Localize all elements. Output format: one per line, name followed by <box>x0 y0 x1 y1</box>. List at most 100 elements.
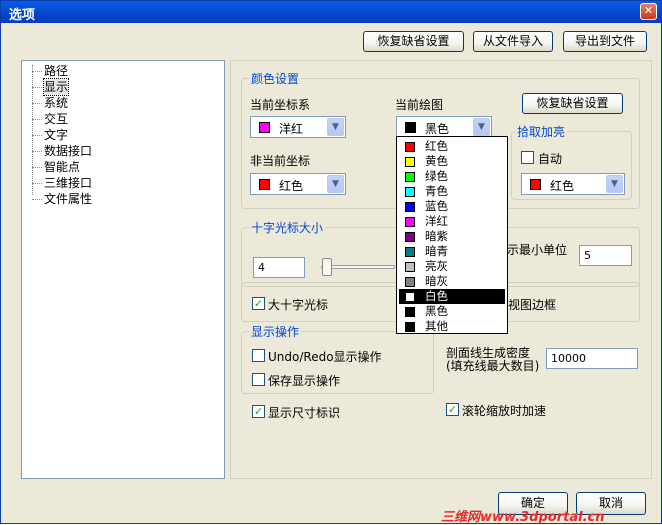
color-restore-defaults-button[interactable]: 恢复缺省设置 <box>522 93 623 114</box>
tree-item-interaction[interactable]: 交互 <box>44 111 68 127</box>
chevron-down-icon[interactable]: ▼ <box>327 118 344 136</box>
current-coord-combo[interactable]: 洋红 ▼ <box>250 116 346 138</box>
color-option-light-gray[interactable]: 亮灰 <box>399 259 505 274</box>
color-swatch <box>405 277 415 287</box>
color-option-green[interactable]: 绿色 <box>399 169 505 184</box>
close-button[interactable]: ✕ <box>640 3 657 20</box>
color-swatch <box>405 247 415 257</box>
tree-item-file-properties[interactable]: 文件属性 <box>44 191 92 207</box>
color-option-dark-gray[interactable]: 暗灰 <box>399 274 505 289</box>
tree-dot <box>32 183 42 184</box>
color-swatch <box>405 157 415 167</box>
save-display-checkbox[interactable] <box>252 373 265 386</box>
current-draw-label: 当前绘图 <box>395 98 444 112</box>
undo-redo-label: Undo/Redo显示操作 <box>268 350 382 364</box>
color-option-label: 青色 <box>425 184 448 198</box>
color-option-red[interactable]: 红色 <box>399 139 505 154</box>
color-option-label: 绿色 <box>425 169 448 183</box>
color-option-blue[interactable]: 蓝色 <box>399 199 505 214</box>
color-option-label: 蓝色 <box>425 199 448 213</box>
show-dim-label: 显示尺寸标识 <box>268 406 341 420</box>
color-swatch <box>405 322 415 332</box>
tree-dot <box>32 71 42 72</box>
tree-item-smart-point[interactable]: 智能点 <box>44 159 80 175</box>
import-file-button[interactable]: 从文件导入 <box>473 31 553 52</box>
color-swatch <box>405 172 415 182</box>
min-unit-label: 示最小单位 <box>507 243 568 257</box>
color-swatch <box>405 292 415 302</box>
options-dialog: 选项 ✕ 恢复缺省设置 从文件导入 导出到文件 路径 显示 系统 交互 文字 数… <box>0 0 662 525</box>
noncurrent-coord-value: 红色 <box>279 179 304 193</box>
color-swatch <box>405 262 415 272</box>
chevron-down-icon[interactable]: ▼ <box>606 175 623 193</box>
hatch-density-input[interactable]: 10000 <box>546 348 638 369</box>
current-draw-value: 黑色 <box>425 122 450 136</box>
color-option-dark-cyan[interactable]: 暗青 <box>399 244 505 259</box>
crosshair-size-slider-track[interactable] <box>321 265 395 269</box>
color-swatch <box>405 307 415 317</box>
min-unit-input[interactable]: 5 <box>579 245 632 266</box>
view-border-label: 视图边框 <box>508 298 557 312</box>
color-swatch <box>405 202 415 212</box>
color-option-label: 白色 <box>425 289 448 303</box>
color-swatch <box>405 187 415 197</box>
crosshair-size-slider-thumb[interactable] <box>322 258 332 276</box>
tree-dot <box>32 167 42 168</box>
tree-dot <box>32 119 42 120</box>
color-option-label: 暗青 <box>425 244 448 258</box>
color-option-label: 黄色 <box>425 154 448 168</box>
color-option-other[interactable]: 其他 <box>399 319 505 334</box>
tree-dot <box>32 135 42 136</box>
chevron-down-icon[interactable]: ▼ <box>327 175 344 193</box>
color-option-cyan[interactable]: 青色 <box>399 184 505 199</box>
tree-item-3d-interface[interactable]: 三维接口 <box>44 175 92 191</box>
current-coord-value: 洋红 <box>279 122 304 136</box>
auto-highlight-label: 自动 <box>538 152 563 166</box>
highlight-color-value: 红色 <box>550 179 575 193</box>
color-option-black[interactable]: 黑色 <box>399 304 505 319</box>
color-option-yellow[interactable]: 黄色 <box>399 154 505 169</box>
auto-highlight-checkbox[interactable] <box>521 151 534 164</box>
undo-redo-checkbox[interactable] <box>252 349 265 362</box>
export-file-button[interactable]: 导出到文件 <box>563 31 647 52</box>
color-swatch <box>259 179 270 190</box>
current-draw-combo[interactable]: 黑色 ▼ <box>396 116 492 138</box>
color-swatch <box>405 122 416 133</box>
tree-item-text[interactable]: 文字 <box>44 127 68 143</box>
big-crosshair-checkbox[interactable]: ✓ <box>252 297 265 310</box>
crosshair-size-input[interactable]: 4 <box>253 257 305 278</box>
tree-dot <box>32 87 42 88</box>
color-swatch <box>405 232 415 242</box>
tree-item-system[interactable]: 系统 <box>44 95 68 111</box>
tree-dot <box>32 199 42 200</box>
noncurrent-coord-label: 非当前坐标 <box>250 154 311 168</box>
noncurrent-coord-combo[interactable]: 红色 ▼ <box>250 173 346 195</box>
color-option-label: 暗紫 <box>425 229 448 243</box>
wheel-zoom-checkbox[interactable]: ✓ <box>446 403 459 416</box>
tree-item-data-interface[interactable]: 数据接口 <box>44 143 92 159</box>
highlight-title: 拾取加亮 <box>515 123 568 140</box>
big-crosshair-label: 大十字光标 <box>268 298 329 312</box>
color-option-label: 黑色 <box>425 304 448 318</box>
color-option-label: 亮灰 <box>425 259 448 273</box>
wheel-zoom-label: 滚轮缩放时加速 <box>462 404 547 418</box>
show-dim-checkbox[interactable]: ✓ <box>252 405 265 418</box>
tree-item-display[interactable]: 显示 <box>42 78 70 96</box>
tree-dot <box>32 103 42 104</box>
highlight-color-combo[interactable]: 红色 ▼ <box>521 173 625 195</box>
restore-defaults-button[interactable]: 恢复缺省设置 <box>363 31 464 52</box>
watermark: 三维网www.3dportal.cn <box>441 510 605 525</box>
tree-connector <box>32 65 33 195</box>
current-coord-label: 当前坐标系 <box>250 98 311 112</box>
color-option-label: 暗灰 <box>425 274 448 288</box>
color-option-white[interactable]: 白色 <box>399 289 505 304</box>
save-display-label: 保存显示操作 <box>268 374 341 388</box>
color-swatch <box>259 122 270 133</box>
color-dropdown-list[interactable]: 红色 黄色 绿色 青色 蓝色 洋红 暗紫 暗青 亮灰 暗灰 白色 黑色 其他 <box>396 136 508 334</box>
title-bar: 选项 ✕ <box>1 1 661 23</box>
color-option-magenta[interactable]: 洋红 <box>399 214 505 229</box>
chevron-down-icon[interactable]: ▼ <box>473 118 490 136</box>
tree-item-path[interactable]: 路径 <box>44 63 68 79</box>
color-option-dark-purple[interactable]: 暗紫 <box>399 229 505 244</box>
display-ops-title: 显示操作 <box>249 323 302 340</box>
